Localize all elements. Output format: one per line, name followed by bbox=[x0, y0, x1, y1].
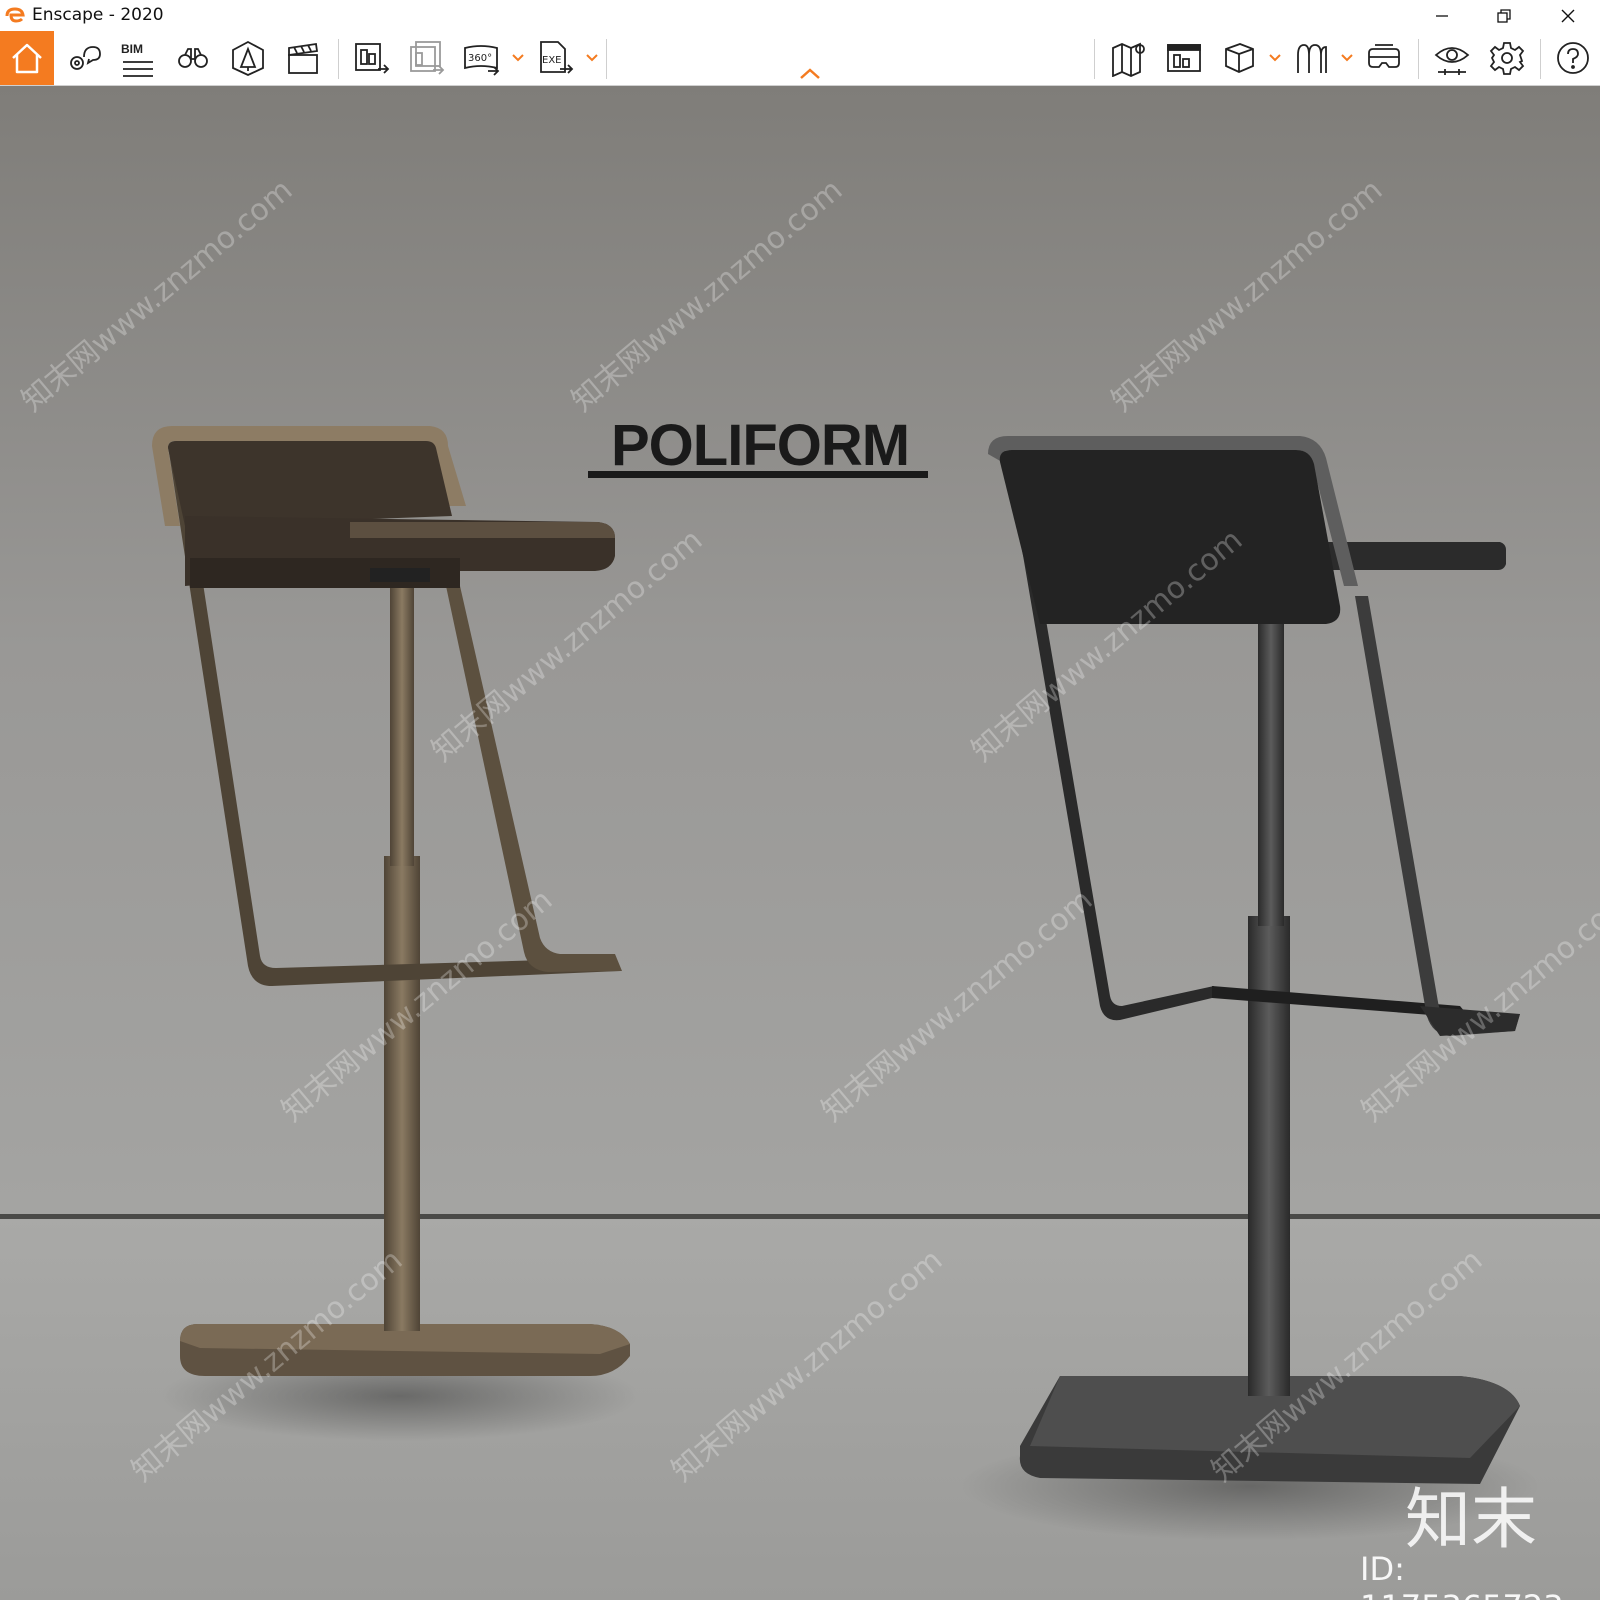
vr-headset-button[interactable] bbox=[1361, 35, 1407, 81]
toolbar: BIM 360° EXE bbox=[0, 31, 1600, 86]
cube-view-dropdown[interactable] bbox=[1268, 49, 1282, 67]
map-button[interactable] bbox=[1106, 35, 1152, 81]
home-button[interactable] bbox=[0, 31, 54, 85]
screenshot-button[interactable] bbox=[348, 35, 394, 81]
cube-view-icon bbox=[1225, 43, 1254, 73]
title-bar: Enscape - 2020 bbox=[0, 0, 1600, 31]
vr-headset-icon bbox=[1368, 44, 1400, 68]
walk-mode-icon bbox=[1297, 44, 1327, 73]
panorama-dropdown[interactable] bbox=[511, 49, 525, 67]
brand-title: POLIFORM bbox=[611, 413, 910, 478]
visual-settings-button[interactable] bbox=[1429, 35, 1475, 81]
asset-library-button[interactable] bbox=[225, 35, 271, 81]
export-exe-icon: EXE bbox=[540, 41, 574, 74]
panorama-button[interactable]: 360° bbox=[458, 35, 504, 81]
settings-gear-icon bbox=[1489, 42, 1525, 75]
batch-render-button[interactable] bbox=[403, 35, 449, 81]
bim-label: BIM bbox=[121, 42, 143, 56]
minimize-icon bbox=[1436, 14, 1448, 17]
walk-mode-dropdown[interactable] bbox=[1340, 49, 1354, 67]
chevron-down-icon bbox=[1341, 54, 1353, 62]
minimize-button[interactable] bbox=[1412, 0, 1472, 31]
home-icon bbox=[12, 43, 42, 74]
cube-view-button[interactable] bbox=[1216, 35, 1262, 81]
export-dropdown[interactable] bbox=[585, 49, 599, 67]
settings-button[interactable] bbox=[1484, 35, 1530, 81]
chevron-up-icon[interactable] bbox=[797, 65, 823, 83]
restore-icon bbox=[1497, 8, 1511, 23]
bim-button[interactable]: BIM bbox=[115, 35, 161, 81]
corner-logo: 知末 bbox=[1405, 1481, 1537, 1558]
video-editor-icon bbox=[288, 42, 319, 74]
window-title: Enscape - 2020 bbox=[32, 5, 164, 25]
binoculars-icon bbox=[178, 48, 208, 68]
capture-window-icon bbox=[1167, 44, 1201, 72]
brand-underline bbox=[588, 471, 928, 478]
screenshot-icon bbox=[355, 43, 390, 74]
help-button[interactable] bbox=[1550, 35, 1596, 81]
image-id-label: ID: 1175365723 bbox=[1360, 1550, 1564, 1600]
walk-mode-button[interactable] bbox=[1289, 35, 1335, 81]
enscape-logo-icon bbox=[5, 7, 25, 23]
visual-settings-eye-icon bbox=[1434, 47, 1470, 75]
wall bbox=[0, 86, 1600, 1216]
chevron-down-icon bbox=[586, 54, 598, 62]
views-button[interactable] bbox=[60, 35, 106, 81]
panorama-360-icon: 360° bbox=[464, 45, 500, 76]
chevron-down-icon bbox=[512, 54, 524, 62]
asset-library-icon bbox=[232, 40, 264, 76]
export-exe-button[interactable]: EXE bbox=[532, 35, 578, 81]
video-editor-button[interactable] bbox=[280, 35, 326, 81]
close-icon bbox=[1561, 9, 1575, 22]
views-pin-icon bbox=[70, 46, 101, 70]
svg-text:EXE: EXE bbox=[542, 55, 562, 66]
floor-skirting-line bbox=[0, 1214, 1600, 1219]
chevron-down-icon bbox=[1269, 54, 1281, 62]
capture-window-button[interactable] bbox=[1161, 35, 1207, 81]
svg-text:360°: 360° bbox=[468, 53, 492, 64]
render-viewport[interactable]: POLIFORM 知末网www.znzmo.com 知末网www.znzmo.c… bbox=[0, 86, 1600, 1600]
binoculars-button[interactable] bbox=[170, 35, 216, 81]
restore-button[interactable] bbox=[1474, 0, 1534, 31]
batch-render-icon bbox=[410, 41, 445, 75]
close-button[interactable] bbox=[1538, 0, 1598, 31]
help-icon bbox=[1557, 42, 1589, 74]
map-icon bbox=[1112, 42, 1145, 77]
